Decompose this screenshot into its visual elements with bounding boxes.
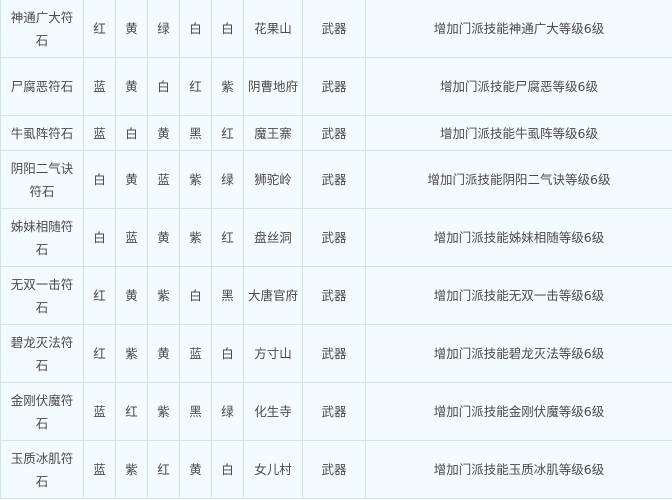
color-2-cell: 红: [115, 382, 148, 441]
color-3-cell: 紫: [147, 266, 180, 325]
equipment-slot-cell: 武器: [302, 115, 366, 151]
color-5-cell: 白: [211, 0, 244, 58]
rune-name-cell: 神通广大符石: [0, 0, 84, 58]
effect-cell: 增加门派技能无双一击等级6级: [365, 266, 672, 325]
color-5-cell: 绿: [211, 382, 244, 441]
color-5-cell: 红: [211, 115, 244, 151]
rune-name-cell: 玉质冰肌符石: [0, 440, 84, 499]
sect-cell: 方寸山: [243, 324, 303, 383]
color-3-cell: 蓝: [147, 150, 180, 209]
color-3-cell: 黄: [147, 115, 180, 151]
sect-cell: 狮驼岭: [243, 150, 303, 209]
color-2-cell: 黄: [115, 150, 148, 209]
rune-name-cell: 姊妹相随符石: [0, 208, 84, 267]
color-1-cell: 蓝: [83, 57, 116, 116]
table-row: 玉质冰肌符石蓝紫红黄白女儿村 武器 增加门派技能玉质冰肌等级6级: [0, 440, 672, 499]
color-1-cell: 红: [83, 0, 116, 58]
color-2-cell: 白: [115, 115, 148, 151]
color-4-cell: 蓝: [179, 324, 212, 383]
sect-cell: 大唐官府: [243, 266, 303, 325]
equipment-slot-cell: 武器: [302, 150, 366, 209]
color-3-cell: 白: [147, 57, 180, 116]
equipment-slot-cell: 武器: [302, 0, 366, 58]
effect-cell: 增加门派技能金刚伏魔等级6级: [365, 382, 672, 441]
color-3-cell: 黄: [147, 324, 180, 383]
table-body: 神通广大符石红黄绿白白花果山 武器 增加门派技能神通广大等级6级 尸腐恶符石蓝黄白红紫…: [0, 0, 672, 499]
color-4-cell: 白: [179, 0, 212, 58]
sect-cell: 魔王寨: [243, 115, 303, 151]
color-3-cell: 紫: [147, 382, 180, 441]
table-row: 尸腐恶符石蓝黄白红紫阴曹地府 武器 增加门派技能尸腐恶等级6级: [0, 57, 672, 116]
color-3-cell: 红: [147, 440, 180, 499]
equipment-slot-cell: 武器: [302, 266, 366, 325]
color-3-cell: 绿: [147, 0, 180, 58]
equipment-slot-cell: 武器: [302, 440, 366, 499]
color-1-cell: 蓝: [83, 440, 116, 499]
effect-cell: 增加门派技能碧龙灭法等级6级: [365, 324, 672, 383]
color-1-cell: 蓝: [83, 115, 116, 151]
effect-cell: 增加门派技能阴阳二气诀等级6级: [365, 150, 672, 209]
color-5-cell: 白: [211, 324, 244, 383]
rune-stone-table: 神通广大符石红黄绿白白花果山 武器 增加门派技能神通广大等级6级 尸腐恶符石蓝黄白红紫…: [0, 0, 672, 499]
equipment-slot-cell: 武器: [302, 208, 366, 267]
effect-cell: 增加门派技能玉质冰肌等级6级: [365, 440, 672, 499]
rune-name-cell: 阴阳二气诀符石: [0, 150, 84, 209]
table-row: 姊妹相随符石白蓝黄紫红盘丝洞 武器 增加门派技能姊妹相随等级6级: [0, 208, 672, 267]
color-2-cell: 黄: [115, 57, 148, 116]
color-2-cell: 黄: [115, 266, 148, 325]
equipment-slot-cell: 武器: [302, 57, 366, 116]
color-5-cell: 紫: [211, 57, 244, 116]
color-4-cell: 黑: [179, 115, 212, 151]
table-row: 阴阳二气诀符石白黄蓝紫绿狮驼岭 武器 增加门派技能阴阳二气诀等级6级: [0, 150, 672, 209]
color-5-cell: 白: [211, 440, 244, 499]
rune-name-cell: 牛虱阵符石: [0, 115, 84, 151]
table-row: 牛虱阵符石蓝白黄黑红魔王寨 武器 增加门派技能牛虱阵等级6级: [0, 115, 672, 151]
effect-cell: 增加门派技能牛虱阵等级6级: [365, 115, 672, 151]
sect-cell: 化生寺: [243, 382, 303, 441]
equipment-slot-cell: 武器: [302, 382, 366, 441]
color-3-cell: 黄: [147, 208, 180, 267]
table-row: 金刚伏魔符石蓝红紫黑绿化生寺 武器 增加门派技能金刚伏魔等级6级: [0, 382, 672, 441]
color-2-cell: 紫: [115, 440, 148, 499]
color-1-cell: 红: [83, 266, 116, 325]
color-4-cell: 紫: [179, 150, 212, 209]
rune-name-cell: 尸腐恶符石: [0, 57, 84, 116]
color-4-cell: 黑: [179, 382, 212, 441]
color-4-cell: 红: [179, 57, 212, 116]
color-4-cell: 白: [179, 266, 212, 325]
color-1-cell: 白: [83, 150, 116, 209]
rune-name-cell: 碧龙灭法符石: [0, 324, 84, 383]
table-row: 碧龙灭法符石红紫黄蓝白方寸山 武器 增加门派技能碧龙灭法等级6级: [0, 324, 672, 383]
equipment-slot-cell: 武器: [302, 324, 366, 383]
color-5-cell: 黑: [211, 266, 244, 325]
color-2-cell: 紫: [115, 324, 148, 383]
effect-cell: 增加门派技能神通广大等级6级: [365, 0, 672, 58]
table-row: 神通广大符石红黄绿白白花果山 武器 增加门派技能神通广大等级6级: [0, 0, 672, 58]
color-4-cell: 黄: [179, 440, 212, 499]
color-1-cell: 红: [83, 324, 116, 383]
effect-cell: 增加门派技能尸腐恶等级6级: [365, 57, 672, 116]
effect-cell: 增加门派技能姊妹相随等级6级: [365, 208, 672, 267]
sect-cell: 盘丝洞: [243, 208, 303, 267]
color-1-cell: 蓝: [83, 382, 116, 441]
color-2-cell: 黄: [115, 0, 148, 58]
table-row: 无双一击符石红黄紫白黑大唐官府 武器 增加门派技能无双一击等级6级: [0, 266, 672, 325]
color-2-cell: 蓝: [115, 208, 148, 267]
rune-name-cell: 无双一击符石: [0, 266, 84, 325]
color-5-cell: 绿: [211, 150, 244, 209]
color-5-cell: 红: [211, 208, 244, 267]
color-1-cell: 白: [83, 208, 116, 267]
rune-name-cell: 金刚伏魔符石: [0, 382, 84, 441]
sect-cell: 女儿村: [243, 440, 303, 499]
color-4-cell: 紫: [179, 208, 212, 267]
sect-cell: 花果山: [243, 0, 303, 58]
sect-cell: 阴曹地府: [243, 57, 303, 116]
